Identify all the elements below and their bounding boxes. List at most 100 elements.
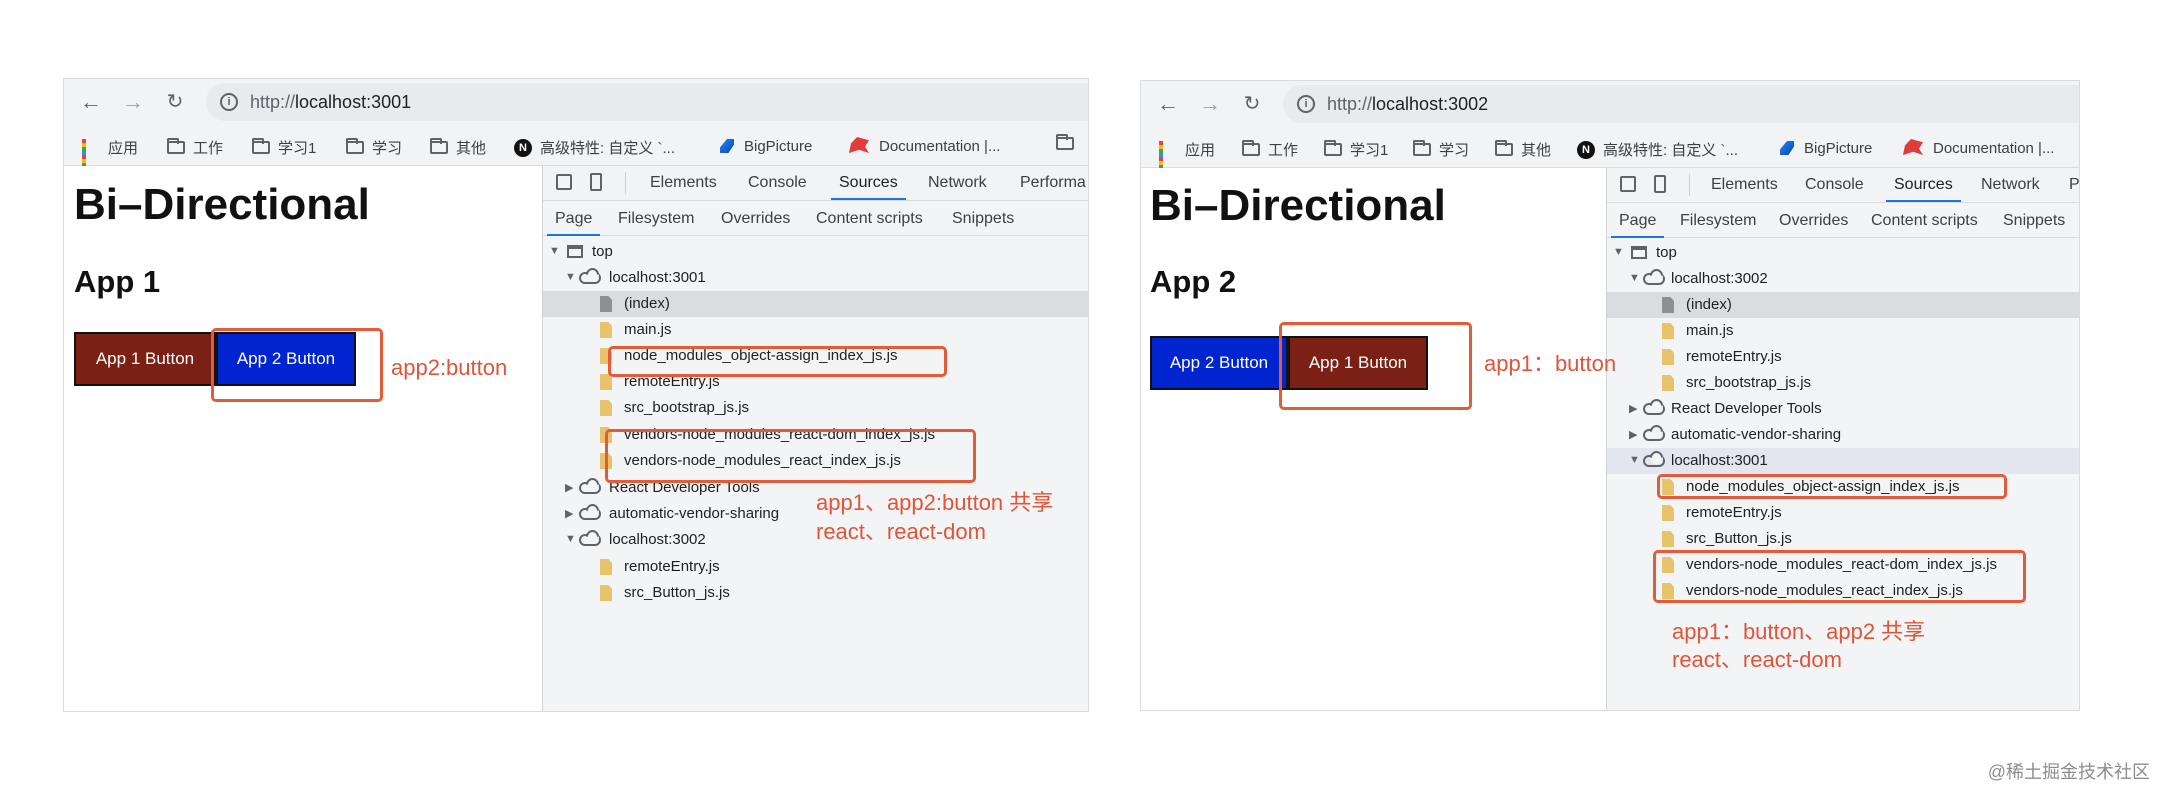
- expanded-triangle-icon[interactable]: ▼: [565, 533, 576, 545]
- devtools-tabbar: Elements Console Sources Network Perform…: [543, 166, 1088, 201]
- folder-icon: [1242, 140, 1260, 156]
- tree-file[interactable]: remoteEntry.js: [543, 554, 1088, 580]
- reload-icon[interactable]: ↻: [162, 89, 188, 115]
- bookmark-folder-study[interactable]: 学习: [346, 137, 402, 158]
- subtab-overrides[interactable]: Overrides: [721, 210, 790, 228]
- address-bar[interactable]: i http://localhost:3002: [1283, 85, 2079, 123]
- tab-elements[interactable]: Elements: [1711, 176, 1778, 194]
- subtab-filesystem[interactable]: Filesystem: [618, 210, 694, 228]
- tree-node-top[interactable]: ▼ top: [543, 239, 1088, 265]
- tree-node-vendor-sharing[interactable]: ▶ automatic-vendor-sharing: [1607, 422, 2079, 448]
- tree-node-extension[interactable]: ▶ React Developer Tools: [1607, 396, 2079, 422]
- sources-subtabbar: Page Filesystem Overrides Content script…: [1607, 203, 2079, 238]
- tree-file[interactable]: (index): [543, 291, 1088, 317]
- page-title: Bi–Directional: [1150, 181, 1446, 230]
- subtab-filesystem[interactable]: Filesystem: [1680, 212, 1756, 230]
- bookmark-label: 高级特性: 自定义 `...: [540, 140, 676, 157]
- reload-icon[interactable]: ↻: [1239, 91, 1265, 117]
- subtab-content-scripts[interactable]: Content scripts: [816, 210, 923, 228]
- bookmark-bigpicture[interactable]: BigPicture: [718, 137, 812, 155]
- bookmark-folder-study[interactable]: 学习: [1413, 139, 1469, 160]
- url-host: localhost:3001: [295, 92, 412, 112]
- bookmark-folder-study1[interactable]: 学习1: [1324, 139, 1388, 160]
- bookmark-apps[interactable]: 应用: [82, 137, 138, 175]
- bookmark-documentation[interactable]: Documentation |...: [849, 137, 1000, 155]
- tree-file[interactable]: main.js: [543, 317, 1088, 343]
- tree-file[interactable]: remoteEntry.js: [1607, 344, 2079, 370]
- subtab-page[interactable]: Page: [1610, 212, 1665, 238]
- tree-node-origin[interactable]: ▼ localhost:3001: [1607, 448, 2079, 474]
- subtab-content-scripts[interactable]: Content scripts: [1871, 212, 1978, 230]
- tree-label: localhost:3001: [1671, 452, 1768, 469]
- bookmark-folder-study1[interactable]: 学习1: [252, 137, 316, 158]
- tree-label: src_Button_js.js: [624, 584, 730, 601]
- tree-node-origin[interactable]: ▼ localhost:3001: [543, 265, 1088, 291]
- bookmark-bigpicture[interactable]: BigPicture: [1778, 139, 1872, 157]
- tree-node-top[interactable]: ▼ top: [1607, 240, 2079, 266]
- bookmark-folder-other[interactable]: 其他: [430, 137, 486, 158]
- tree-label: (index): [1686, 296, 1732, 313]
- inspect-element-icon[interactable]: [1620, 176, 1636, 192]
- forward-arrow-icon[interactable]: →: [120, 89, 146, 115]
- bookmark-documentation[interactable]: Documentation |...: [1903, 139, 2054, 157]
- collapsed-triangle-icon[interactable]: ▶: [565, 507, 573, 520]
- bookmark-folder-other[interactable]: 其他: [1495, 139, 1551, 160]
- annotation-box-object-assign: [608, 346, 947, 377]
- subtab-page[interactable]: Page: [546, 210, 601, 236]
- subtab-overrides[interactable]: Overrides: [1779, 212, 1848, 230]
- page-subtitle: App 1: [74, 264, 161, 299]
- tree-file[interactable]: src_Button_js.js: [1607, 526, 2079, 552]
- back-arrow-icon[interactable]: ←: [1155, 91, 1181, 117]
- url-text[interactable]: http://localhost:3001: [250, 92, 411, 113]
- device-toolbar-icon[interactable]: [1654, 175, 1666, 193]
- expanded-triangle-icon[interactable]: ▼: [565, 271, 576, 283]
- tree-file[interactable]: (index): [1607, 292, 2079, 318]
- info-icon[interactable]: i: [220, 93, 238, 111]
- tree-file[interactable]: main.js: [1607, 318, 2079, 344]
- tree-file[interactable]: remoteEntry.js: [1607, 500, 2079, 526]
- collapsed-triangle-icon[interactable]: ▶: [1629, 428, 1637, 441]
- tab-elements[interactable]: Elements: [650, 174, 717, 192]
- tab-sources[interactable]: Sources: [831, 174, 906, 200]
- toolbar-divider: [625, 172, 626, 194]
- bookmark-folder-work[interactable]: 工作: [167, 137, 223, 158]
- page-subtitle: App 2: [1150, 264, 1237, 299]
- other-bookmarks-folder-icon[interactable]: [1056, 134, 1074, 150]
- tab-performance[interactable]: P: [2069, 176, 2079, 194]
- app1-button[interactable]: App 1 Button: [74, 332, 216, 386]
- info-icon[interactable]: i: [1297, 95, 1315, 113]
- watermark: @稀土掘金技术社区: [1987, 762, 2150, 782]
- bookmark-notion[interactable]: N 高级特性: 自定义 `...: [1577, 139, 1738, 160]
- tree-file[interactable]: src_bootstrap_js.js: [543, 395, 1088, 421]
- expanded-triangle-icon[interactable]: ▼: [549, 245, 560, 257]
- bookmark-notion[interactable]: N 高级特性: 自定义 `...: [514, 137, 675, 158]
- back-arrow-icon[interactable]: ←: [78, 89, 104, 115]
- folder-icon: [346, 138, 364, 154]
- subtab-snippets[interactable]: Snippets: [2003, 212, 2065, 230]
- tree-node-origin[interactable]: ▼ localhost:3002: [1607, 266, 2079, 292]
- notion-icon: N: [514, 138, 532, 157]
- bookmark-apps[interactable]: 应用: [1159, 139, 1215, 177]
- url-text[interactable]: http://localhost:3002: [1327, 94, 1488, 115]
- tab-console[interactable]: Console: [1805, 176, 1864, 194]
- tab-sources[interactable]: Sources: [1886, 176, 1961, 202]
- tab-network[interactable]: Network: [928, 174, 987, 192]
- tab-performance[interactable]: Performa: [1020, 174, 1086, 192]
- device-toolbar-icon[interactable]: [590, 173, 602, 191]
- tree-file[interactable]: src_bootstrap_js.js: [1607, 370, 2079, 396]
- bookmark-folder-work[interactable]: 工作: [1242, 139, 1298, 160]
- tree-file[interactable]: src_Button_js.js: [543, 580, 1088, 606]
- expanded-triangle-icon[interactable]: ▼: [1629, 272, 1640, 284]
- expanded-triangle-icon[interactable]: ▼: [1629, 454, 1640, 466]
- subtab-snippets[interactable]: Snippets: [952, 210, 1014, 228]
- file-icon: [600, 400, 612, 416]
- forward-arrow-icon[interactable]: →: [1197, 91, 1223, 117]
- address-bar[interactable]: i http://localhost:3001: [206, 83, 1088, 121]
- tab-console[interactable]: Console: [748, 174, 807, 192]
- expanded-triangle-icon[interactable]: ▼: [1613, 246, 1624, 258]
- inspect-element-icon[interactable]: [556, 174, 572, 190]
- tab-network[interactable]: Network: [1981, 176, 2040, 194]
- collapsed-triangle-icon[interactable]: ▶: [1629, 402, 1637, 415]
- collapsed-triangle-icon[interactable]: ▶: [565, 481, 573, 494]
- app2-button[interactable]: App 2 Button: [1150, 336, 1288, 390]
